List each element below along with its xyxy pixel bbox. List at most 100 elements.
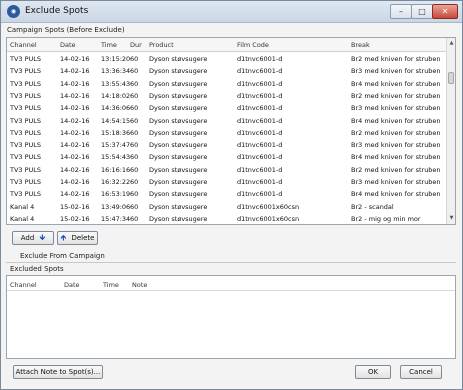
column-header-date[interactable]: Date xyxy=(64,281,80,289)
cell-date: 14-02-16 xyxy=(60,128,90,137)
add-button[interactable]: Add 🡻 xyxy=(12,231,54,245)
cell-dur: 60 xyxy=(130,178,139,186)
maximize-button[interactable]: □ xyxy=(411,4,433,19)
cell-channel: TV3 PULS xyxy=(10,190,42,199)
close-button[interactable]: ✕ xyxy=(432,4,458,19)
column-header-channel[interactable]: Channel xyxy=(10,41,37,49)
cell-product: Dyson støvsugere xyxy=(149,55,208,63)
cell-date: 14-02-16 xyxy=(60,165,90,174)
cell-channel: TV3 PULS xyxy=(10,79,42,88)
column-header-film-code[interactable]: Film Code xyxy=(237,41,269,49)
column-header-channel[interactable]: Channel xyxy=(10,281,37,289)
attach-note-button[interactable]: Attach Note to Spot(s)... xyxy=(13,365,103,379)
ok-button[interactable]: OK xyxy=(355,365,391,379)
table-row[interactable]: TV3 PULS 14-02-16 13:55:43 60 Dyson støvsuge… xyxy=(7,78,441,90)
cell-date: 14-02-16 xyxy=(60,67,90,76)
campaign-spots-label: Campaign Spots (Before Exclude) xyxy=(7,26,125,34)
cancel-button[interactable]: Cancel xyxy=(400,365,442,379)
cell-dur: 60 xyxy=(130,55,139,63)
cell-channel: TV3 PULS xyxy=(10,55,42,63)
exclude-from-campaign-label: Exclude From Campaign xyxy=(20,252,105,260)
column-header-note[interactable]: Note xyxy=(132,281,147,289)
cell-channel: TV3 PULS xyxy=(10,141,42,150)
cell-time: 14:36:06 xyxy=(101,104,131,113)
cell-product: Dyson støvsugere xyxy=(149,128,208,137)
campaign-spots-grid[interactable]: Channel Date Time Dur Product Film Code … xyxy=(6,37,456,225)
cell-channel: Kanal 4 xyxy=(10,202,35,211)
table-row[interactable]: TV3 PULS 14-02-16 13:15:20 60 Dyson støvsuge… xyxy=(7,53,441,65)
cell-film-code: d1tnvc6001-d xyxy=(237,79,283,88)
cell-film-code: d1tnvc6001-d xyxy=(237,165,283,174)
cell-product: Dyson støvsugere xyxy=(149,141,208,150)
title-bar: ◉ Exclude Spots – □ ✕ xyxy=(1,1,462,23)
table-row[interactable]: Kanal 4 15-02-16 13:49:06 60 Dyson støvsuger… xyxy=(7,201,437,213)
table-row[interactable]: TV3 PULS 14-02-16 13:36:34 60 Dyson støvsuge… xyxy=(7,65,441,77)
cell-dur: 60 xyxy=(130,67,139,76)
arrow-up-icon: 🡹 xyxy=(60,233,67,242)
cell-break: Br4 med kniven for struben xyxy=(351,153,441,162)
scroll-thumb[interactable] xyxy=(448,72,454,84)
column-header-product[interactable]: Product xyxy=(149,41,174,49)
excluded-spots-grid[interactable]: Channel Date Time Note xyxy=(6,275,456,359)
cell-dur: 60 xyxy=(130,141,139,150)
cell-time: 14:54:15 xyxy=(101,116,131,125)
cell-time: 14:18:02 xyxy=(101,91,131,100)
cell-product: Dyson støvsugere xyxy=(149,104,208,113)
cell-film-code: d1tnvc6001-d xyxy=(237,91,283,100)
table-row[interactable]: TV3 PULS 14-02-16 16:32:22 60 Dyson støvsuge… xyxy=(7,176,441,188)
cell-time: 16:53:19 xyxy=(101,190,131,199)
table-row[interactable]: TV3 PULS 14-02-16 14:36:06 60 Dyson støvsuge… xyxy=(7,102,441,114)
cell-date: 15-02-16 xyxy=(60,214,90,223)
table-row[interactable]: TV3 PULS 14-02-16 16:16:16 60 Dyson støvsuge… xyxy=(7,164,441,176)
minimize-button[interactable]: – xyxy=(390,4,412,19)
cell-time: 15:37:47 xyxy=(101,141,131,150)
cell-film-code: d1tnvc6001-d xyxy=(237,178,283,186)
cell-time: 15:54:43 xyxy=(101,153,131,162)
cell-break: Br3 med kniven for struben xyxy=(351,178,441,186)
cell-product: Dyson støvsugere xyxy=(149,165,208,174)
cell-channel: TV3 PULS xyxy=(10,116,42,125)
campaign-vertical-scrollbar[interactable]: ▲ ▼ xyxy=(446,38,455,224)
cell-date: 14-02-16 xyxy=(60,178,90,186)
table-row[interactable]: TV3 PULS 14-02-16 16:53:19 60 Dyson støvsuge… xyxy=(7,188,441,200)
cell-film-code: d1tnvc6001-d xyxy=(237,67,283,76)
cell-film-code: d1tnvc6001-d xyxy=(237,55,283,63)
cell-product: Dyson støvsugere xyxy=(149,214,208,223)
column-header-break[interactable]: Break xyxy=(351,41,370,49)
column-header-dur[interactable]: Dur xyxy=(130,41,142,49)
cell-product: Dyson støvsugere xyxy=(149,91,208,100)
cell-date: 14-02-16 xyxy=(60,116,90,125)
table-row[interactable]: Kanal 4 15-02-16 15:47:34 60 Dyson støvsuger… xyxy=(7,213,437,224)
table-row[interactable]: TV3 PULS 14-02-16 14:54:15 60 Dyson støvsuge… xyxy=(7,115,441,127)
cell-dur: 60 xyxy=(130,91,139,100)
column-header-time[interactable]: Time xyxy=(101,41,117,49)
cell-time: 13:36:34 xyxy=(101,67,131,76)
excluded-spots-label: Excluded Spots xyxy=(10,265,64,273)
cell-break: Br3 med kniven for struben xyxy=(351,67,441,76)
column-header-time[interactable]: Time xyxy=(103,281,119,289)
cell-product: Dyson støvsugere xyxy=(149,79,208,88)
cell-film-code: d1tnvc6001-d xyxy=(237,116,283,125)
cell-dur: 60 xyxy=(130,128,139,137)
table-row[interactable]: TV3 PULS 14-02-16 15:54:43 60 Dyson støvsuge… xyxy=(7,151,441,163)
cell-date: 14-02-16 xyxy=(60,141,90,150)
table-row[interactable]: TV3 PULS 14-02-16 15:37:47 60 Dyson støvsuge… xyxy=(7,139,441,151)
cell-date: 14-02-16 xyxy=(60,79,90,88)
cell-channel: TV3 PULS xyxy=(10,165,42,174)
cell-film-code: d1tnvc6001x60csn xyxy=(237,214,300,223)
table-row[interactable]: TV3 PULS 14-02-16 15:18:36 60 Dyson støvsuge… xyxy=(7,127,441,139)
cell-date: 14-02-16 xyxy=(60,91,90,100)
excluded-grid-header: Channel Date Time Note xyxy=(7,278,455,291)
delete-button[interactable]: 🡹 Delete xyxy=(57,231,98,245)
cell-dur: 60 xyxy=(130,190,139,199)
column-header-date[interactable]: Date xyxy=(60,41,76,49)
cell-dur: 60 xyxy=(130,153,139,162)
scroll-down-arrow-icon[interactable]: ▼ xyxy=(447,214,455,223)
scroll-up-arrow-icon[interactable]: ▲ xyxy=(447,39,455,48)
cell-film-code: d1tnvc6001-d xyxy=(237,128,283,137)
cell-break: Br4 med kniven for struben xyxy=(351,79,441,88)
cell-film-code: d1tnvc6001-d xyxy=(237,104,283,113)
cell-time: 13:49:06 xyxy=(101,202,131,211)
table-row[interactable]: TV3 PULS 14-02-16 14:18:02 60 Dyson støvsuge… xyxy=(7,90,441,102)
cell-break: Br4 med kniven for struben xyxy=(351,190,441,199)
